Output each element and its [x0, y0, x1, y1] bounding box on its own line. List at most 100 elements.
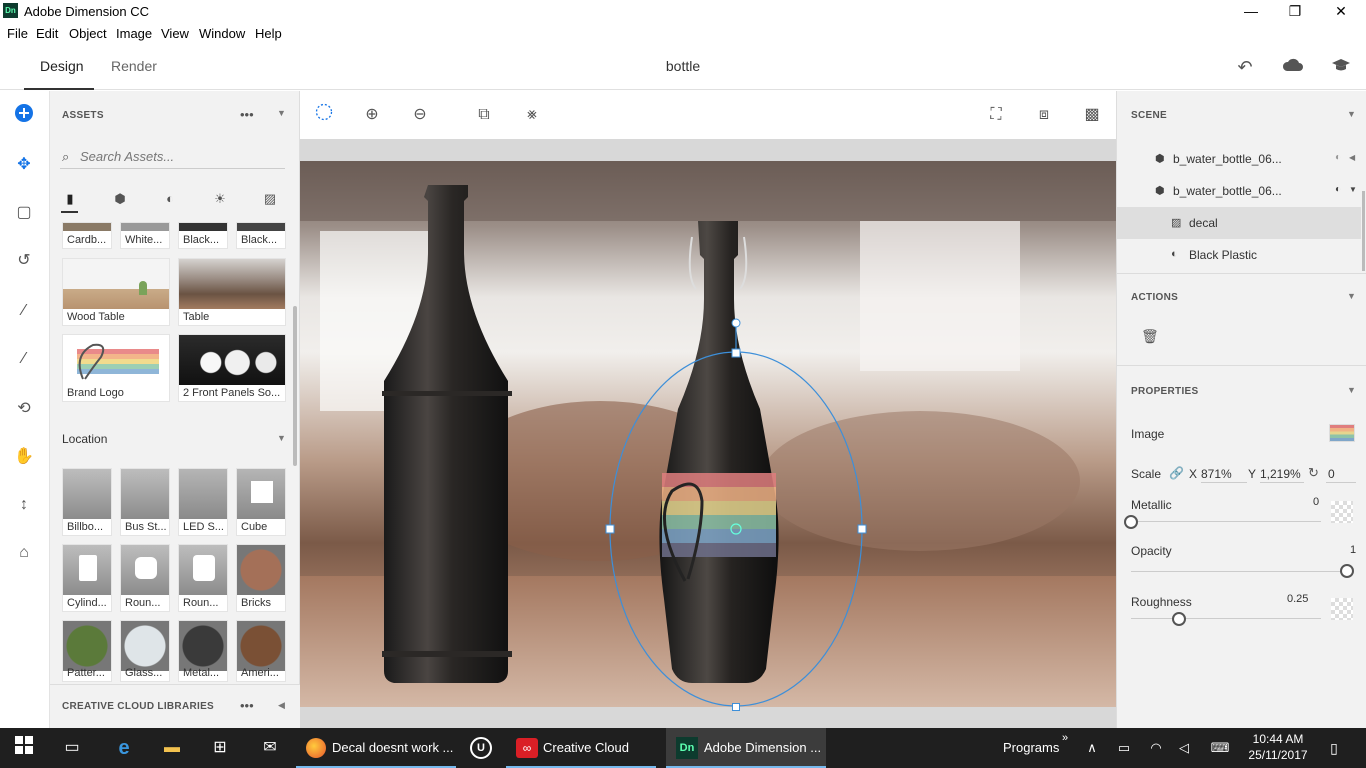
menu-window[interactable]: Window	[199, 26, 245, 41]
align-icon[interactable]: ⨳	[520, 103, 544, 127]
asset-wood-table[interactable]: Wood Table	[62, 258, 170, 326]
menu-help[interactable]: Help	[255, 26, 282, 41]
opacity-slider-knob[interactable]	[1340, 564, 1354, 578]
menu-image[interactable]: Image	[116, 26, 152, 41]
dolly-icon[interactable]: ↕	[12, 493, 36, 517]
clock-date[interactable]: 25/11/2017	[1244, 748, 1312, 762]
start-icon[interactable]	[12, 736, 36, 760]
tab-design[interactable]: Design	[40, 58, 84, 74]
volume-icon[interactable]: ◁	[1172, 736, 1196, 760]
roughness-texture-icon[interactable]	[1331, 598, 1353, 620]
store-icon[interactable]: ⊞	[208, 736, 232, 760]
taskbar-creative-cloud[interactable]: ∞ Creative Cloud	[506, 728, 656, 768]
magic-select-icon[interactable]	[312, 103, 336, 127]
subtract-selection-icon[interactable]: ⊖	[408, 103, 432, 127]
location-item[interactable]: Patter...	[62, 620, 112, 682]
lights-icon[interactable]: ☀	[210, 191, 230, 209]
scene-scrollbar[interactable]	[1362, 191, 1365, 271]
metallic-slider-track[interactable]	[1131, 521, 1321, 522]
images-icon[interactable]: ▨	[260, 191, 280, 209]
clock-time[interactable]: 10:44 AM	[1248, 732, 1308, 746]
hand-icon[interactable]: ✋	[12, 445, 36, 469]
location-dropdown-icon[interactable]: ▼	[277, 433, 286, 443]
assets-more-icon[interactable]: •••	[240, 107, 254, 122]
metallic-slider-knob[interactable]	[1124, 515, 1138, 529]
all-assets-icon[interactable]: ▮	[60, 191, 80, 209]
orbit-icon[interactable]: ↺	[12, 249, 36, 273]
properties-collapse-icon[interactable]: ▼	[1347, 385, 1356, 395]
scene-viewport[interactable]	[300, 161, 1116, 707]
scale-y-field[interactable]: 1,219%	[1260, 465, 1304, 483]
scene-item-black-plastic[interactable]: ◐ Black Plastic	[1117, 239, 1361, 271]
location-item[interactable]: Roun...	[120, 544, 170, 612]
fullscreen-icon[interactable]: ⛶	[984, 103, 1008, 127]
orbit-camera-icon[interactable]: ⟲	[12, 397, 36, 421]
tab-render[interactable]: Render	[111, 58, 157, 74]
keyboard-icon[interactable]: ⌨	[1208, 736, 1232, 760]
expand-arrow-icon[interactable]: ◀	[1349, 153, 1355, 162]
scene-item-bottle-2[interactable]: ⬢ b_water_bottle_06... ◐ ▼	[1117, 175, 1361, 207]
asset-thumb[interactable]: Black...	[178, 222, 228, 249]
scale-x-field[interactable]: 871%	[1201, 465, 1247, 483]
image-fit-icon[interactable]: ⧉	[472, 103, 496, 127]
eyedropper-icon[interactable]: ⁄	[12, 347, 36, 371]
bottom-handle[interactable]	[732, 703, 740, 711]
battery-icon[interactable]: ▭	[1112, 736, 1136, 760]
horizon-icon[interactable]: ⌂	[12, 541, 36, 565]
asset-thumb[interactable]: Black...	[236, 222, 286, 249]
search-assets-field[interactable]: ⌕ Search Assets...	[60, 145, 285, 169]
asset-table[interactable]: Table	[178, 258, 286, 326]
scene-item-bottle-1[interactable]: ⬢ b_water_bottle_06... ◐ ◀	[1117, 143, 1361, 175]
location-item[interactable]: Metal...	[178, 620, 228, 682]
opacity-slider-track[interactable]	[1131, 571, 1347, 572]
location-item[interactable]: Billbo...	[62, 468, 112, 536]
roughness-slider-knob[interactable]	[1171, 612, 1186, 626]
metallic-texture-icon[interactable]	[1331, 501, 1353, 523]
asset-thumb[interactable]: White...	[120, 222, 170, 249]
location-item[interactable]: Bricks	[236, 544, 286, 612]
taskbar-firefox[interactable]: Decal doesnt work ...	[296, 728, 456, 768]
minimize-button[interactable]: —	[1228, 0, 1274, 22]
materials-icon[interactable]: ◐	[160, 191, 180, 209]
camera-frame-icon[interactable]: ▢	[12, 201, 36, 225]
canvas-area[interactable]	[300, 139, 1116, 728]
cc-libraries-expand-icon[interactable]: ◀	[278, 700, 285, 711]
wifi-icon[interactable]: ◠	[1144, 736, 1168, 760]
camera-bookmark-icon[interactable]: ⧈	[1032, 103, 1056, 127]
collapse-arrow-icon[interactable]: ▼	[1349, 185, 1357, 194]
taskbar-unreal[interactable]: U	[466, 728, 496, 768]
rotation-field[interactable]: 0	[1326, 465, 1356, 483]
scene-item-decal[interactable]: ▨ decal	[1117, 207, 1361, 239]
location-item[interactable]: Ameri...	[236, 620, 286, 682]
edge-icon[interactable]: e	[112, 736, 136, 760]
undo-icon[interactable]: ↶	[1234, 56, 1256, 78]
roughness-slider-track[interactable]	[1131, 618, 1321, 619]
maximize-button[interactable]: ❐	[1272, 0, 1318, 22]
notifications-icon[interactable]: ▯	[1322, 736, 1346, 760]
render-preview-icon[interactable]: ▩	[1080, 103, 1104, 127]
select-tool-icon[interactable]: ✥	[12, 153, 36, 177]
delete-icon[interactable]: 🗑	[1141, 328, 1159, 345]
asset-brand-logo[interactable]: Brand Logo	[62, 334, 170, 402]
toolbar-expand-icon[interactable]: »	[1062, 732, 1068, 744]
add-icon[interactable]	[12, 103, 36, 127]
add-selection-icon[interactable]: ⊕	[360, 103, 384, 127]
link-icon[interactable]: 🔗	[1169, 466, 1184, 480]
location-item[interactable]: Glass...	[120, 620, 170, 682]
magic-wand-icon[interactable]: ⁄	[12, 299, 36, 323]
file-explorer-icon[interactable]: ▬	[160, 736, 184, 760]
asset-front-panels[interactable]: 2 Front Panels So...	[178, 334, 286, 402]
location-item[interactable]: Roun...	[178, 544, 228, 612]
menu-view[interactable]: View	[161, 26, 189, 41]
learn-icon[interactable]	[1330, 56, 1352, 78]
close-button[interactable]: ✕	[1318, 0, 1364, 22]
menu-file[interactable]: File	[7, 26, 28, 41]
actions-collapse-icon[interactable]: ▼	[1347, 291, 1356, 301]
models-icon[interactable]: ⬢	[110, 191, 130, 209]
menu-edit[interactable]: Edit	[36, 26, 58, 41]
scene-collapse-icon[interactable]: ▼	[1347, 109, 1356, 119]
mail-icon[interactable]: ✉	[258, 736, 282, 760]
cloud-icon[interactable]	[1282, 56, 1304, 78]
cc-libraries-title[interactable]: CREATIVE CLOUD LIBRARIES	[62, 701, 214, 712]
location-item[interactable]: Bus St...	[120, 468, 170, 536]
